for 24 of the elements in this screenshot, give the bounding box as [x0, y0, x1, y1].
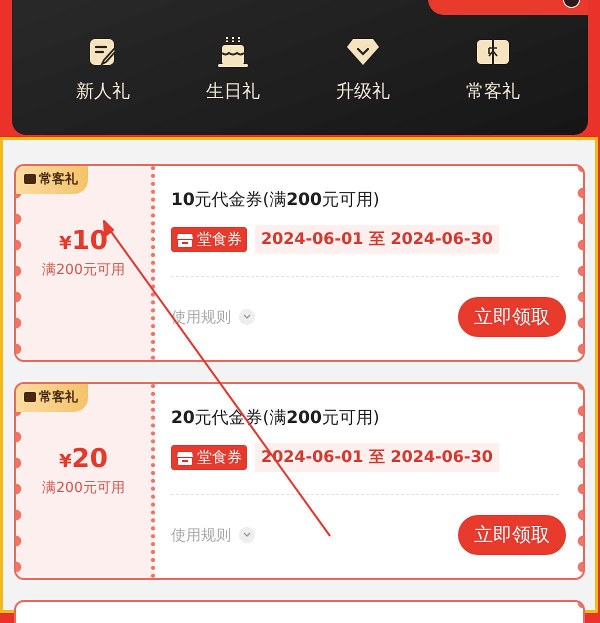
coupon-condition: 满200元可用	[42, 261, 125, 279]
chevron-down-icon[interactable]	[239, 309, 255, 325]
claim-button[interactable]: 立即领取	[458, 297, 566, 337]
coupon-condition: 满200元可用	[42, 479, 125, 497]
validity-dates: 2024-06-01 至 2024-06-30	[255, 225, 499, 254]
coupon-amount: ¥10	[59, 226, 108, 258]
cake-icon[interactable]	[216, 35, 250, 69]
tag-label: 常客礼	[39, 388, 78, 406]
category-label[interactable]: 常客礼	[466, 81, 520, 103]
claim-button[interactable]: 立即领取	[458, 515, 566, 555]
dine-in-badge: 堂食券	[171, 227, 247, 252]
category-label[interactable]: 升级礼	[336, 81, 390, 103]
card-icon	[24, 174, 36, 184]
coupon-title: 10元代金券(满200元可用)	[171, 189, 380, 212]
category-label[interactable]: 生日礼	[206, 81, 260, 103]
coupon-amount: ¥20	[59, 444, 108, 476]
chevron-down-icon[interactable]	[239, 527, 255, 543]
dine-in-badge: 堂食券	[171, 445, 247, 470]
store-icon	[176, 232, 194, 248]
card-icon	[24, 392, 36, 402]
tag-label: 常客礼	[39, 170, 78, 188]
category-label[interactable]: 新人礼	[76, 81, 130, 103]
store-icon	[176, 450, 194, 466]
coupon-title: 20元代金券(满200元可用)	[171, 407, 380, 430]
